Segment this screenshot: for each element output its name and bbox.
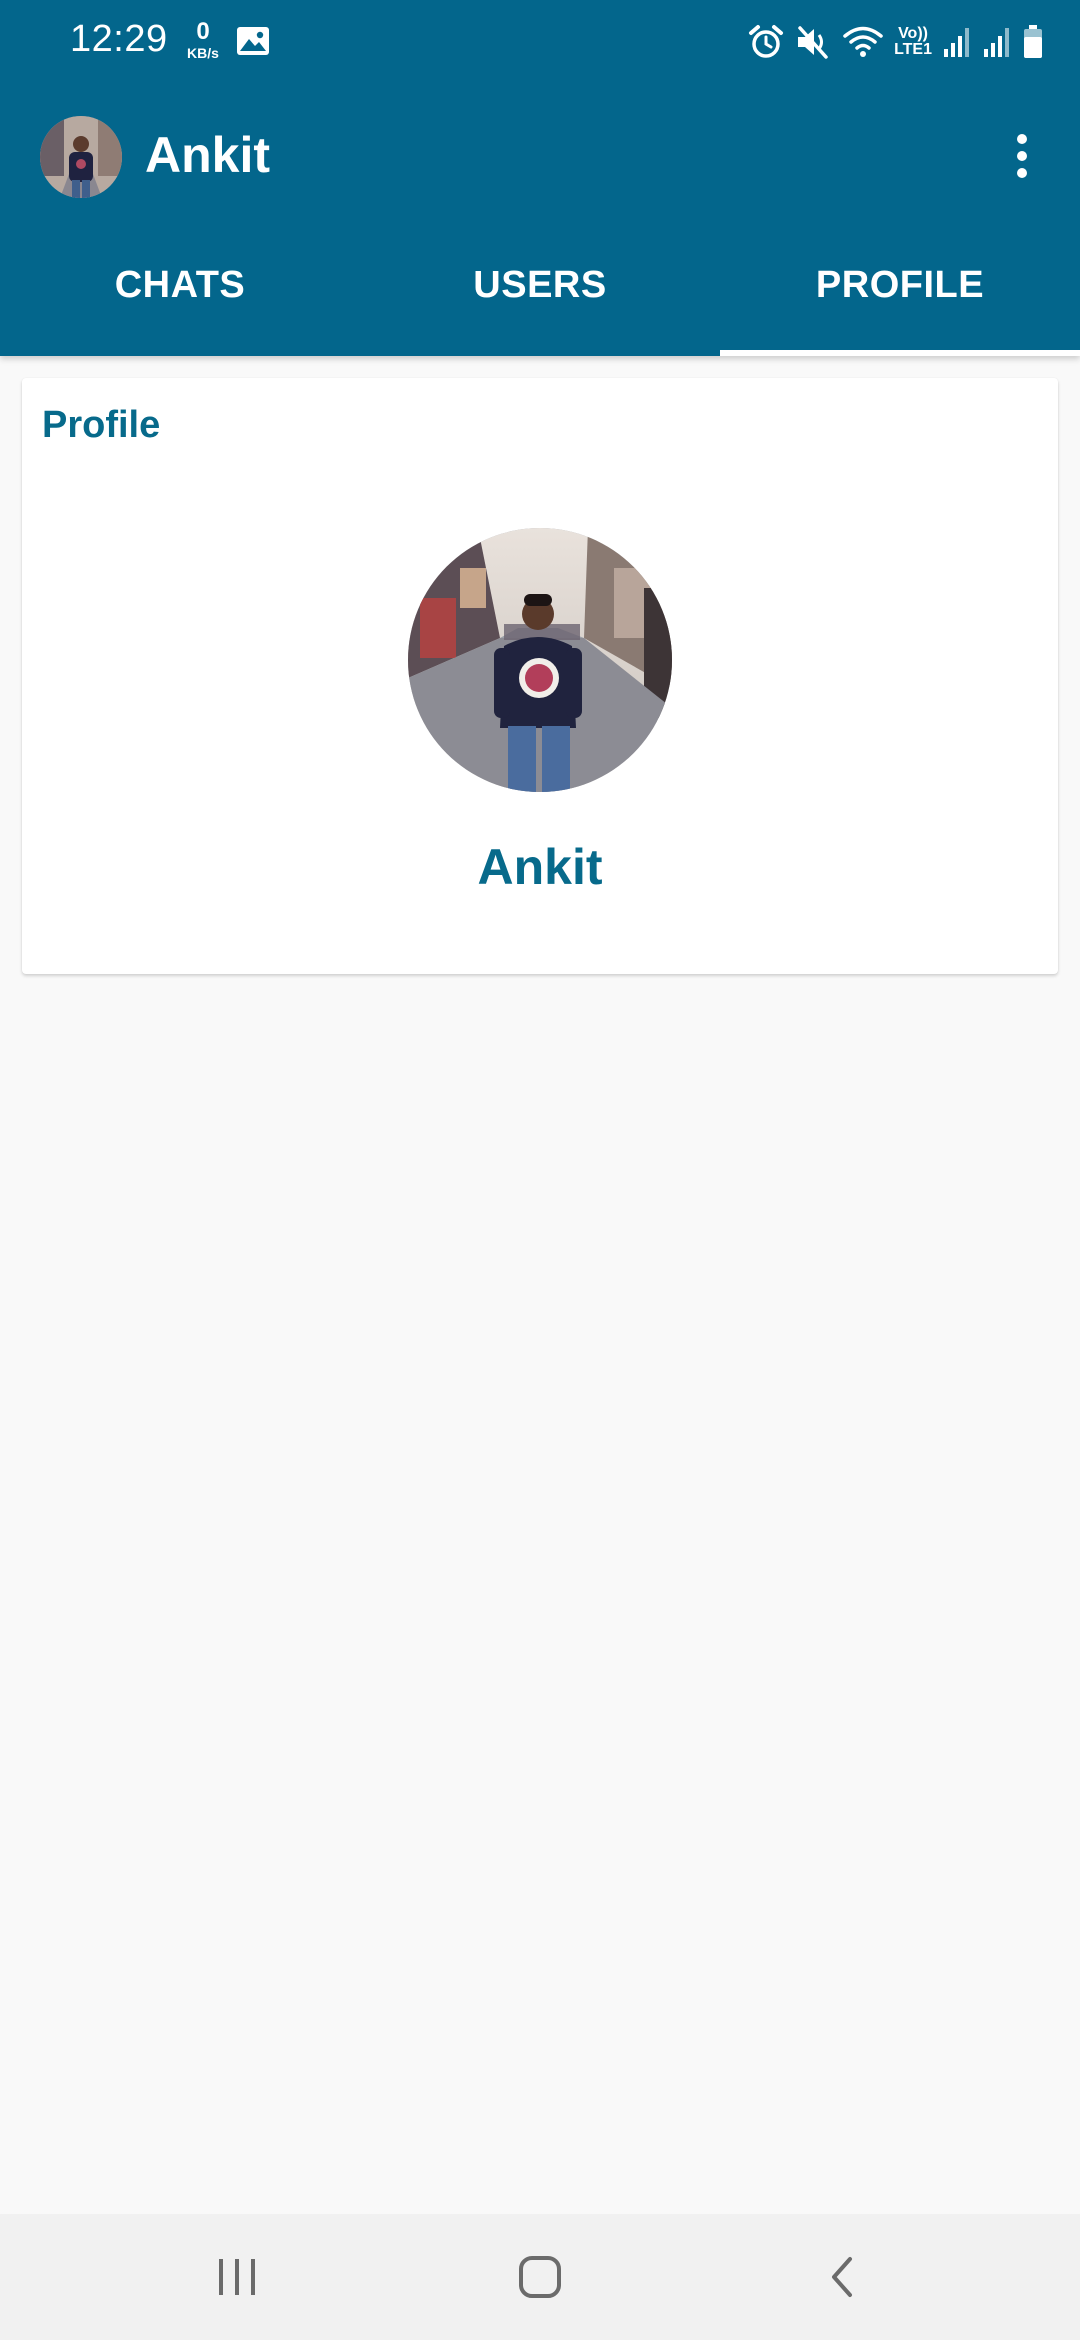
alarm-icon [749,25,784,58]
back-icon[interactable] [797,2242,887,2312]
profile-photo[interactable] [408,528,672,792]
navigation-bar [0,2214,1080,2340]
app-bar: 12:29 0 KB/s Vo)) LTE1 Ankit CHATS USERS… [0,0,1080,356]
home-icon[interactable] [495,2242,585,2312]
tab-users[interactable]: USERS [360,230,720,356]
battery-icon [1024,25,1042,58]
profile-card: Profile Ankit [22,378,1058,974]
mute-icon [798,26,828,59]
network-speed-unit: KB/s [187,45,219,61]
profile-name: Ankit [477,839,603,895]
recents-icon[interactable] [192,2242,282,2312]
tab-bar: CHATS USERS PROFILE [0,230,1080,356]
signal-icon [944,28,969,57]
volte-label: Vo)) [898,25,928,42]
lte-label: LTE1 [894,41,932,58]
gallery-icon [237,27,269,55]
network-speed: 0 KB/s [182,18,224,61]
toolbar-title: Ankit [145,127,270,183]
status-icons: Vo)) LTE1 [748,20,1044,64]
status-time: 12:29 [70,18,168,60]
tab-chats[interactable]: CHATS [0,230,360,356]
status-bar: 12:29 0 KB/s Vo)) LTE1 [0,0,1080,82]
tab-profile[interactable]: PROFILE [720,230,1080,356]
avatar[interactable] [40,116,122,198]
network-type: Vo)) LTE1 [894,26,932,58]
toolbar: Ankit [0,100,1080,216]
avatar-photo [40,116,122,198]
wifi-icon [843,26,883,57]
network-speed-value: 0 [196,18,210,45]
card-heading: Profile [42,404,161,446]
signal-icon [984,28,1009,57]
screen: 12:29 0 KB/s Vo)) LTE1 Ankit CHATS USERS… [0,0,1080,2340]
more-vert-icon[interactable] [992,126,1052,186]
profile-photo-image [408,528,672,792]
